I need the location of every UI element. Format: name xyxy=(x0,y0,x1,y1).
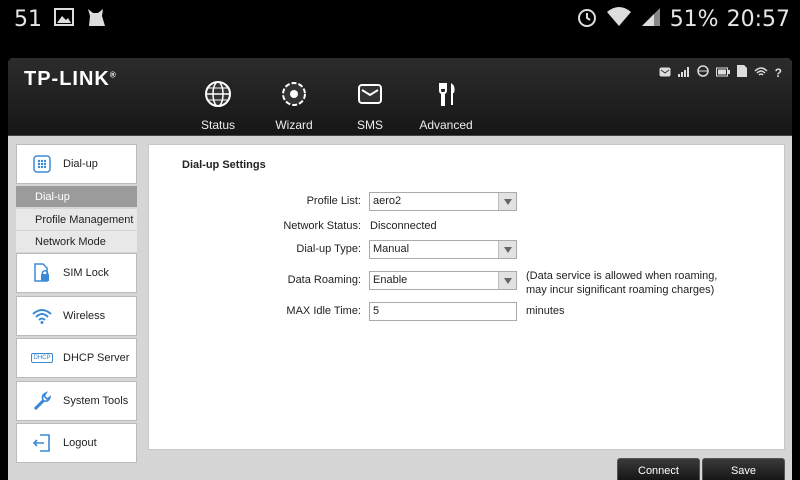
header: TP-LINK® Status Wizard SMS Advanced ? xyxy=(8,58,792,136)
nav-wizard-label: Wizard xyxy=(275,118,313,132)
sidebar-item-logout[interactable]: Logout xyxy=(16,423,137,463)
dialup-type-label: Dial-up Type: xyxy=(296,243,361,255)
wifi-icon xyxy=(29,303,55,329)
max-idle-input[interactable]: 5 xyxy=(369,302,517,321)
sms-icon xyxy=(659,64,671,82)
clock: 20:57 xyxy=(726,7,790,32)
tplink-logo: TP-LINK® xyxy=(24,68,117,90)
wifi-icon xyxy=(754,64,768,82)
data-roaming-label: Data Roaming: xyxy=(287,274,361,286)
save-button[interactable]: Save xyxy=(702,458,785,480)
battery-icon xyxy=(715,64,730,82)
alarm-icon xyxy=(576,6,598,33)
data-roaming-note: (Data service is allowed when roaming, m… xyxy=(526,270,718,296)
nav-sms-label: SMS xyxy=(356,118,383,132)
connect-button[interactable]: Connect xyxy=(617,458,700,480)
help-icon[interactable]: ? xyxy=(775,66,782,80)
network-status-value: Disconnected xyxy=(370,220,437,232)
subnav-network-mode[interactable]: Network Mode xyxy=(16,231,137,252)
sidebar-item-dialup-label: Dial-up xyxy=(63,158,98,170)
chevron-down-icon xyxy=(498,193,516,210)
nav-advanced[interactable]: Advanced xyxy=(408,78,484,134)
network-status-label: Network Status: xyxy=(283,220,361,232)
subnav-profile-management[interactable]: Profile Management xyxy=(16,209,137,230)
android-status-bar: 51 51% 20:57 xyxy=(0,0,800,40)
image-icon xyxy=(54,8,74,31)
nav-advanced-label: Advanced xyxy=(419,118,473,132)
main-nav: Status Wizard SMS Advanced xyxy=(180,78,484,134)
max-idle-unit: minutes xyxy=(526,305,565,317)
dialup-type-select[interactable]: Manual xyxy=(369,240,517,259)
profile-list-row: Profile List: aero2 xyxy=(149,192,786,212)
dialpad-icon xyxy=(29,151,55,177)
chevron-down-icon xyxy=(498,272,516,289)
sidebar-item-wireless-label: Wireless xyxy=(63,310,106,322)
sidebar-item-system-tools-label: System Tools xyxy=(63,395,129,407)
data-roaming-row: Data Roaming: Enable (Data service is al… xyxy=(149,270,786,296)
cell-signal-icon xyxy=(640,6,662,33)
sidebar-item-wireless[interactable]: Wireless xyxy=(16,296,137,336)
wrench-icon xyxy=(29,388,55,414)
sidebar-item-system-tools[interactable]: System Tools xyxy=(16,381,137,421)
wifi-icon xyxy=(606,6,632,33)
envelope-icon xyxy=(354,78,386,110)
battery-percent: 51% xyxy=(669,7,719,32)
max-idle-row: MAX Idle Time: 5 minutes xyxy=(149,302,786,322)
page-title: Dial-up Settings xyxy=(182,159,266,171)
dhcp-icon: DHCP xyxy=(29,345,55,371)
max-idle-label: MAX Idle Time: xyxy=(286,305,361,317)
sidebar-item-simlock-label: SIM Lock xyxy=(63,267,109,279)
signal-icon xyxy=(677,64,690,82)
tools-icon xyxy=(430,78,462,110)
profile-list-label: Profile List: xyxy=(306,195,361,207)
cat-app-icon xyxy=(86,6,108,33)
data-roaming-select[interactable]: Enable xyxy=(369,271,517,290)
profile-list-select[interactable]: aero2 xyxy=(369,192,517,211)
notification-count: 51 xyxy=(14,7,42,32)
dialup-type-value: Manual xyxy=(373,243,410,255)
dialup-settings-panel: Dial-up Settings Profile List: aero2 Net… xyxy=(148,144,785,450)
globe-icon xyxy=(696,64,709,82)
router-app: TP-LINK® Status Wizard SMS Advanced ? Di… xyxy=(8,58,792,480)
network-status-row: Network Status: Disconnected xyxy=(149,217,786,237)
dhcp-badge: DHCP xyxy=(31,353,53,363)
sim-icon xyxy=(736,64,747,82)
sidebar-item-dhcp-label: DHCP Server xyxy=(63,352,130,364)
profile-list-value: aero2 xyxy=(373,195,402,207)
sidebar-item-dialup[interactable]: Dial-up xyxy=(16,144,137,184)
nav-wizard[interactable]: Wizard xyxy=(256,78,332,134)
header-status-icons: ? xyxy=(659,64,782,82)
sidebar-item-simlock[interactable]: SIM Lock xyxy=(16,253,137,293)
nav-status-label: Status xyxy=(200,118,236,132)
globe-icon xyxy=(202,78,234,110)
logout-icon xyxy=(29,430,55,456)
chevron-down-icon xyxy=(498,241,516,258)
nav-status[interactable]: Status xyxy=(180,78,256,134)
sidebar-item-logout-label: Logout xyxy=(63,437,97,449)
sim-lock-icon xyxy=(29,260,55,286)
nav-sms[interactable]: SMS xyxy=(332,78,408,134)
subnav-dialup[interactable]: Dial-up xyxy=(16,186,137,207)
gear-icon xyxy=(278,78,310,110)
dialup-type-row: Dial-up Type: Manual xyxy=(149,240,786,260)
data-roaming-value: Enable xyxy=(373,274,408,286)
sidebar-item-dhcp[interactable]: DHCP DHCP Server xyxy=(16,338,137,378)
sidebar: Dial-up Dial-up Profile Management Netwo… xyxy=(16,144,137,464)
